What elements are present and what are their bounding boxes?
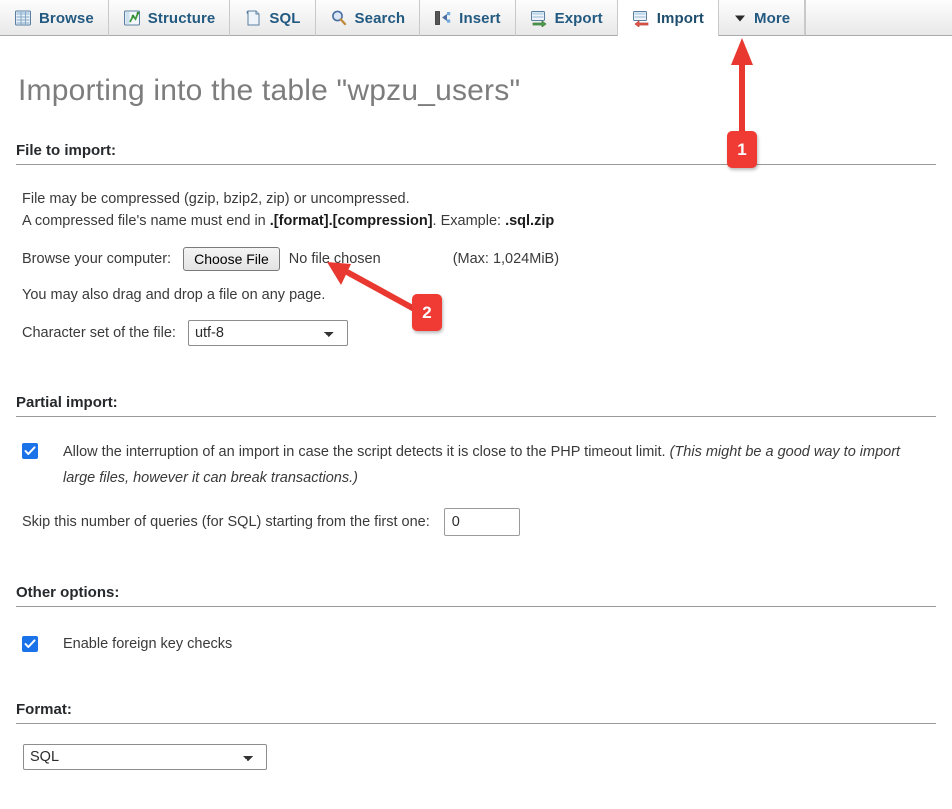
- charset-label: Character set of the file:: [22, 325, 176, 341]
- tab-search[interactable]: Search: [316, 0, 421, 36]
- tab-insert[interactable]: Insert: [420, 0, 516, 36]
- allow-interrupt-checkbox[interactable]: [22, 443, 38, 459]
- tab-structure[interactable]: Structure: [109, 0, 231, 36]
- format-compression-token: .[format].[compression]: [269, 213, 433, 229]
- checkmark-icon: [24, 446, 36, 455]
- annotation-badge-2: 2: [412, 294, 442, 331]
- import-arrow-icon: [632, 9, 650, 27]
- tab-more[interactable]: More: [719, 0, 806, 36]
- tab-browse-label: Browse: [39, 9, 94, 27]
- charset-select[interactable]: utf-8: [187, 320, 348, 346]
- allow-interrupt-label: Allow the interruption of an import in c…: [63, 439, 936, 491]
- file-chosen-status: No file chosen: [288, 251, 381, 267]
- tab-import[interactable]: Import: [616, 0, 719, 36]
- compression-note-line1: File may be compressed (gzip, bzip2, zip…: [22, 191, 410, 207]
- browse-table-icon: [14, 9, 32, 27]
- browse-your-computer-label: Browse your computer:: [22, 251, 172, 267]
- tab-structure-label: Structure: [147, 9, 216, 27]
- file-to-import-heading: File to import:: [16, 142, 936, 165]
- sql-zip-example: .sql.zip: [505, 213, 555, 229]
- magnifier-icon: [330, 9, 348, 27]
- format-heading: Format:: [16, 701, 936, 724]
- charset-row: Character set of the file: utf-8: [16, 320, 936, 346]
- other-options-body: Enable foreign key checks: [0, 631, 952, 657]
- partial-import-heading: Partial import:: [16, 394, 936, 417]
- foreign-key-row: Enable foreign key checks: [16, 631, 936, 657]
- insert-row-icon: [434, 9, 452, 27]
- tab-bar-filler: [805, 0, 952, 35]
- compression-note-mid: . Example:: [432, 213, 506, 229]
- structure-icon: [123, 9, 141, 27]
- allow-interrupt-text: Allow the interruption of an import in c…: [63, 444, 670, 460]
- page-title: Importing into the table "wpzu_users": [18, 74, 521, 107]
- tab-browse[interactable]: Browse: [0, 0, 109, 36]
- tab-sql[interactable]: SQL: [230, 0, 316, 36]
- tab-search-label: Search: [354, 9, 406, 27]
- partial-import-body: Allow the interruption of an import in c…: [0, 439, 952, 536]
- tab-sql-label: SQL: [269, 9, 301, 27]
- compression-note-line2: A compressed file's name must end in .[f…: [16, 210, 936, 232]
- allow-interrupt-row: Allow the interruption of an import in c…: [16, 439, 936, 491]
- skip-queries-label: Skip this number of queries (for SQL) st…: [22, 514, 430, 530]
- annotation-badge-1: 1: [727, 131, 757, 168]
- chevron-down-icon: [733, 11, 747, 25]
- skip-queries-row: Skip this number of queries (for SQL) st…: [16, 508, 936, 536]
- tab-export[interactable]: Export: [516, 0, 618, 36]
- drag-and-drop-note: You may also drag and drop a file on any…: [22, 287, 326, 303]
- choose-file-button[interactable]: Choose File: [183, 247, 280, 271]
- file-to-import-body: File may be compressed (gzip, bzip2, zip…: [0, 188, 952, 346]
- foreign-key-label: Enable foreign key checks: [63, 636, 233, 652]
- other-options-heading: Other options:: [16, 584, 936, 607]
- checkmark-icon: [24, 639, 36, 648]
- sql-page-icon: [244, 9, 262, 27]
- main-tab-bar: Browse Structure SQL Search Insert Expor…: [0, 0, 952, 36]
- export-arrow-icon: [530, 9, 548, 27]
- tab-insert-label: Insert: [459, 9, 501, 27]
- import-page-content: Importing into the table "wpzu_users" Fi…: [0, 36, 952, 770]
- foreign-key-checkbox[interactable]: [22, 636, 38, 652]
- skip-queries-input[interactable]: [443, 508, 520, 536]
- tab-more-label: More: [754, 9, 791, 27]
- tab-import-label: Import: [656, 9, 704, 27]
- format-select[interactable]: SQL: [23, 744, 267, 770]
- format-body: SQL: [0, 724, 952, 770]
- file-browse-row: Browse your computer: Choose File No fil…: [16, 247, 936, 271]
- max-upload-size-note: (Max: 1,024MiB): [452, 251, 560, 267]
- tab-export-label: Export: [554, 9, 603, 27]
- compression-note-prefix: A compressed file's name must end in: [22, 213, 270, 229]
